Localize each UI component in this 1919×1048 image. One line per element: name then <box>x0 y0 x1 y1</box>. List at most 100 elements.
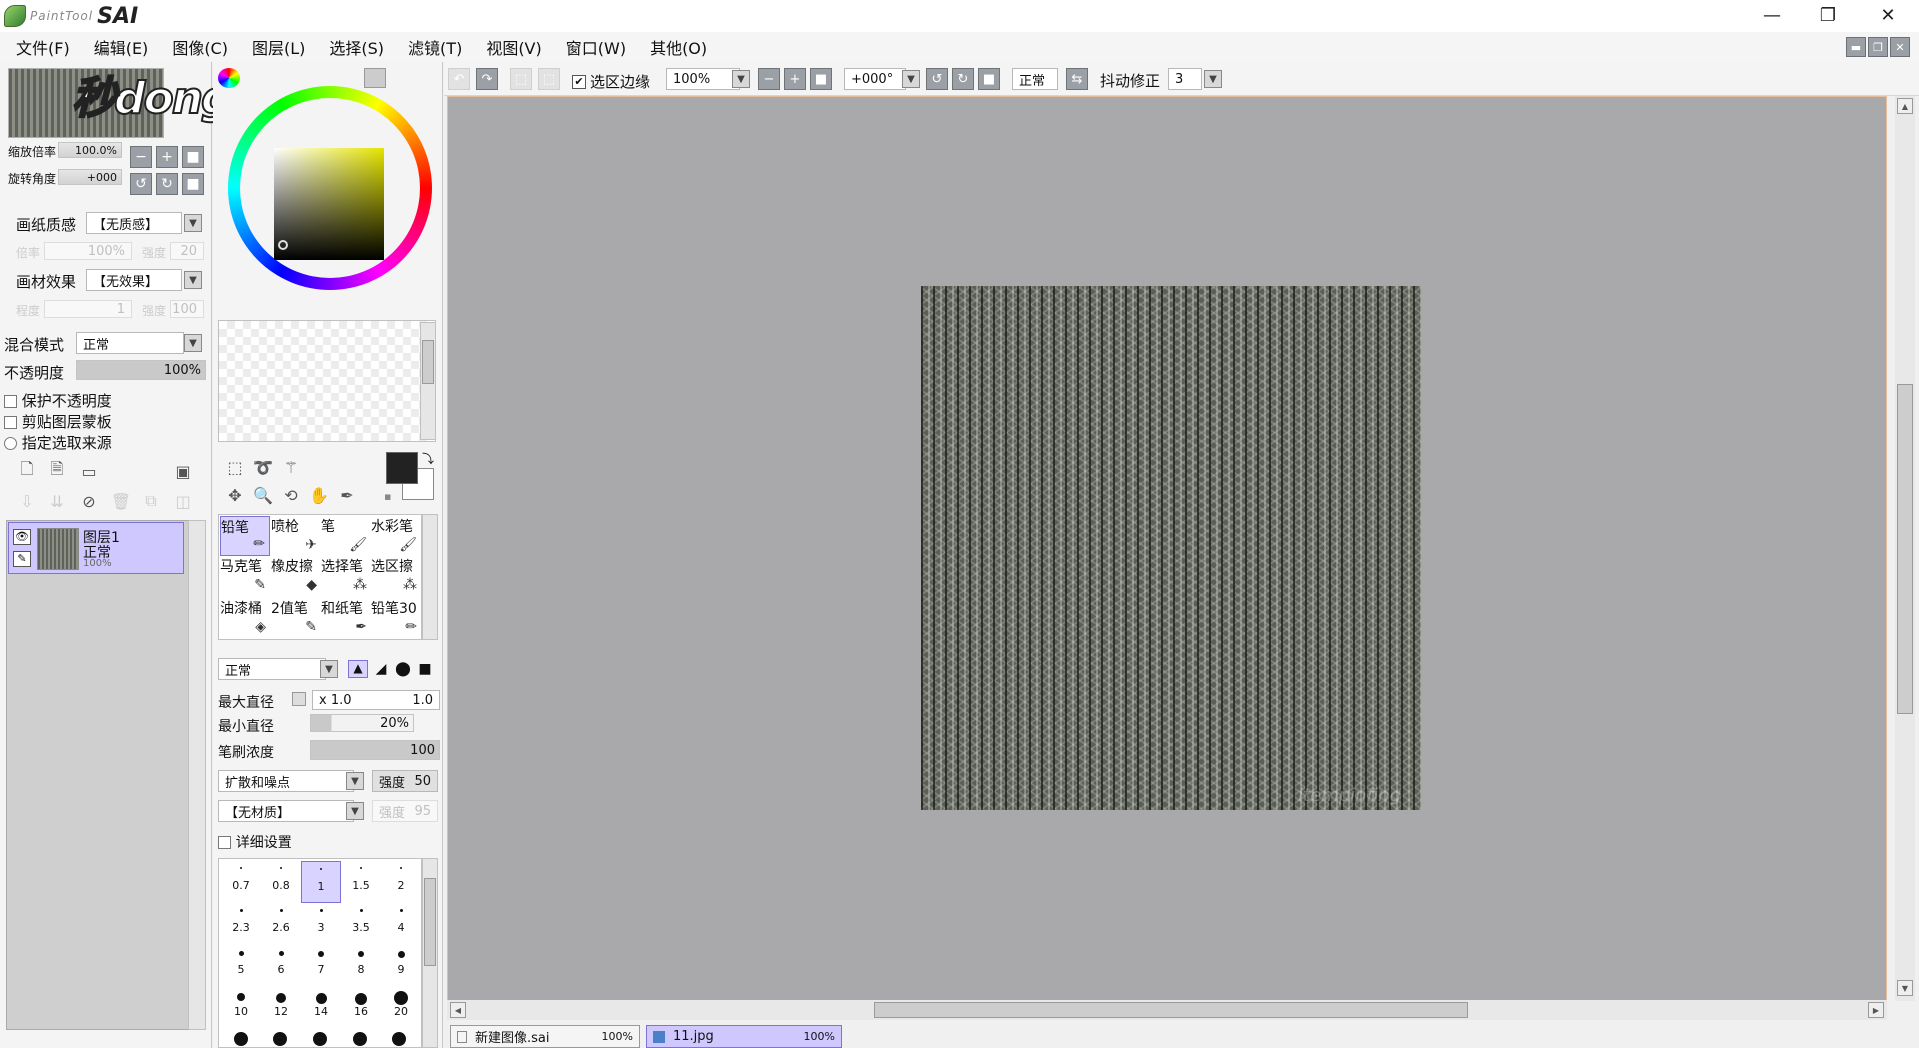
zoom-icon[interactable]: 🔍 <box>252 484 274 506</box>
protect-opacity-option[interactable]: 保护不透明度 <box>4 390 112 411</box>
redo-button[interactable]: ↷ <box>476 68 498 90</box>
tab-document-1[interactable]: 新建图像.sai 100% <box>450 1025 640 1048</box>
selection-edge-option[interactable]: ✔ 选区边缘 <box>572 71 650 92</box>
new-layer-icon[interactable]: 🗋 <box>16 459 38 482</box>
toolbar-rotate-reset-button[interactable]: ■ <box>978 68 1000 90</box>
rect-select-icon[interactable]: ⬚ <box>224 456 246 478</box>
zoom-slider[interactable]: 100.0% <box>58 142 122 158</box>
canvas-vscroll-thumb[interactable] <box>1897 384 1913 714</box>
degree-value[interactable]: 1 <box>44 300 132 318</box>
default-colors-icon[interactable]: ▪ <box>384 490 391 503</box>
menu-layer[interactable]: 图层(L) <box>252 35 305 59</box>
selection-source-radio[interactable] <box>4 437 17 450</box>
strength-value[interactable]: 20 <box>170 242 204 260</box>
stabilizer-field[interactable]: 3 <box>1168 68 1202 90</box>
invert-selection-button[interactable]: ⬚ <box>538 68 560 90</box>
brush-size-cell[interactable]: 6 <box>261 945 301 987</box>
zoom-in-button[interactable]: + <box>156 146 178 168</box>
tool-eraser[interactable]: 橡皮擦 ◆ <box>271 556 321 596</box>
lasso-icon[interactable]: ➰ <box>252 456 274 478</box>
scroll-down-arrow-icon[interactable]: ▼ <box>1897 980 1913 996</box>
magic-wand-icon[interactable]: ⚚ <box>280 456 302 478</box>
brush-size-cell[interactable]: 9 <box>381 945 421 987</box>
paper-texture-dropdown[interactable]: ▼ <box>184 214 202 232</box>
swap-colors-icon[interactable]: ⤵ <box>422 450 434 467</box>
tool-washi[interactable]: 和纸笔 ✒ <box>321 598 371 638</box>
detail-settings-checkbox[interactable] <box>218 836 231 849</box>
scroll-right-arrow-icon[interactable]: ▶ <box>1868 1002 1884 1018</box>
canvas-hscroll-thumb[interactable] <box>874 1002 1468 1018</box>
brush-size-cell[interactable]: 0.7 <box>221 861 261 903</box>
selection-edge-checkbox[interactable]: ✔ <box>572 74 586 89</box>
tool-select-eraser[interactable]: 选区擦 ⁂ <box>371 556 421 596</box>
toolbar-zoom-field[interactable]: 100% <box>666 68 740 90</box>
brush-size-cell[interactable]: 2.3 <box>221 903 261 945</box>
artwork-knit-texture[interactable]: itempinfing <box>921 286 1421 810</box>
new-folder-icon[interactable]: ▭ <box>78 460 100 482</box>
undo-button[interactable]: ↶ <box>448 68 470 90</box>
tool-binary-pen[interactable]: 2值笔 ✎ <box>271 598 321 638</box>
visibility-eye-icon[interactable]: 👁 <box>13 529 31 545</box>
noise-dropdown[interactable]: ▼ <box>346 772 364 790</box>
tool-pencil30[interactable]: 铅笔30 ✏ <box>371 598 421 638</box>
menu-other[interactable]: 其他(O) <box>650 35 707 59</box>
clip-mask-option[interactable]: 剪贴图层蒙板 <box>4 411 112 432</box>
brush-size-cell[interactable]: 4 <box>381 903 421 945</box>
brush-mode-select[interactable]: 正常 <box>218 658 326 680</box>
close-button[interactable]: ✕ <box>1860 0 1916 30</box>
toolbar-zoom-reset-button[interactable]: ■ <box>810 68 832 90</box>
rotate-slider[interactable]: +000 <box>58 169 122 185</box>
scratchpad-tab-icon[interactable] <box>364 68 386 88</box>
menu-filter[interactable]: 滤镜(T) <box>408 35 462 59</box>
material-strength-field[interactable]: 强度 95 <box>372 800 438 822</box>
merge-down-icon[interactable]: ⇊ <box>46 490 68 512</box>
swatch-area[interactable] <box>218 320 436 442</box>
blend-mode-dropdown[interactable]: ▼ <box>184 334 202 352</box>
toolbar-zoom-out-button[interactable]: − <box>758 68 780 90</box>
toolbar-zoom-dropdown[interactable]: ▼ <box>732 70 750 88</box>
mdi-close-button[interactable]: ✕ <box>1890 37 1910 57</box>
brush-size-cell[interactable]: 20 <box>381 987 421 1029</box>
brush-mode-dropdown[interactable]: ▼ <box>320 660 338 678</box>
shape-flat-icon[interactable]: ■ <box>416 661 434 677</box>
max-size-field[interactable]: x 1.0 1.0 <box>312 690 440 710</box>
clip-mask-checkbox[interactable] <box>4 416 17 429</box>
tool-airbrush[interactable]: 喷枪 ✈ <box>271 516 321 556</box>
selection-source-option[interactable]: 指定选取来源 <box>4 432 112 453</box>
paper-texture-select[interactable]: 【无质感】 <box>86 212 182 234</box>
new-vector-layer-icon[interactable]: 🗎 <box>46 459 68 482</box>
layer-list-scrollbar[interactable] <box>188 520 206 1030</box>
toolbar-angle-field[interactable]: +000° <box>844 68 906 90</box>
tool-brush[interactable]: 笔 🖌 <box>321 516 371 556</box>
minimize-button[interactable]: — <box>1744 0 1800 30</box>
toolbar-rotate-ccw-button[interactable]: ↺ <box>926 68 948 90</box>
protect-opacity-checkbox[interactable] <box>4 395 17 408</box>
menu-file[interactable]: 文件(F) <box>16 35 70 59</box>
tool-bucket[interactable]: 油漆桶 ◈ <box>220 598 270 638</box>
layer-item[interactable]: 👁 ✎ 图层1 正常 100% <box>8 522 184 574</box>
flip-horizontal-button[interactable]: ⇆ <box>1066 68 1088 90</box>
clear-layer-icon[interactable]: ⊘ <box>78 490 100 512</box>
detail-settings-option[interactable]: 详细设置 <box>218 832 292 852</box>
brush-size-cell[interactable]: 14 <box>301 987 341 1029</box>
brush-size-scroll-thumb[interactable] <box>424 878 436 966</box>
toolbar-zoom-in-button[interactable]: + <box>784 68 806 90</box>
brush-size-cell[interactable]: 2.6 <box>261 903 301 945</box>
tab-document-2[interactable]: 11.jpg 100% <box>646 1025 842 1048</box>
move-icon[interactable]: ✥ <box>224 484 246 506</box>
zoom-out-button[interactable]: − <box>130 146 152 168</box>
brush-size-cell[interactable]: 7 <box>301 945 341 987</box>
color-wheel-tab-icon[interactable] <box>218 68 240 88</box>
toolbar-rotate-cw-button[interactable]: ↻ <box>952 68 974 90</box>
copy-layer-icon[interactable]: ⧉ <box>140 490 162 512</box>
material-select[interactable]: 【无材质】 <box>218 800 354 822</box>
rotate-reset-button[interactable]: ■ <box>182 173 204 195</box>
scroll-left-arrow-icon[interactable]: ◀ <box>450 1002 466 1018</box>
effect-select[interactable]: 【无效果】 <box>86 269 182 291</box>
density-slider[interactable]: 100 <box>310 740 440 760</box>
opacity-slider[interactable]: 100% <box>76 360 206 380</box>
rotate-ccw-button[interactable]: ↺ <box>130 173 152 195</box>
brush-size-cell[interactable]: 2 <box>381 861 421 903</box>
toolbar-blend-field[interactable]: 正常 <box>1012 68 1058 90</box>
tool-watercolor[interactable]: 水彩笔 🖌 <box>371 516 421 556</box>
